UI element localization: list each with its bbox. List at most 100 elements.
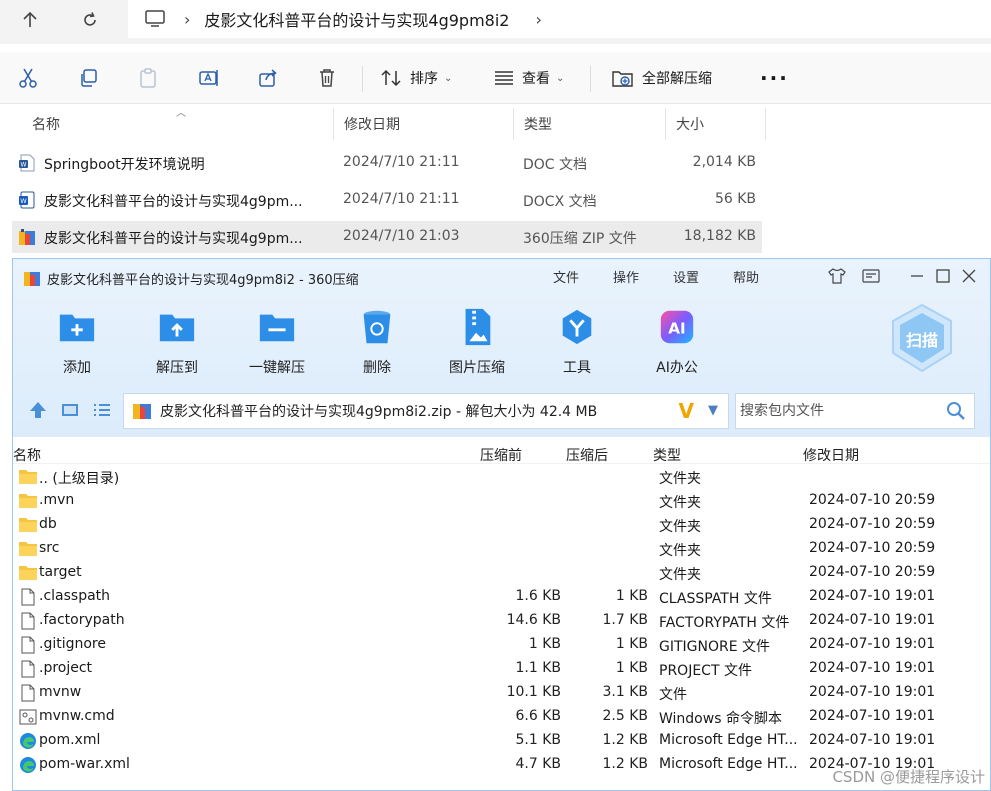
explorer-command-bar: 排序 ⌄ 查看 ⌄ 全部解压缩 ··· — [0, 52, 991, 104]
delete-button[interactable] — [318, 64, 336, 92]
ai-office-icon: AI — [660, 310, 694, 344]
edge-icon — [20, 733, 36, 749]
copy-button[interactable] — [78, 64, 98, 92]
rename-icon — [199, 70, 218, 86]
scissors-icon — [19, 68, 37, 88]
menu-operation[interactable]: 操作 — [613, 267, 639, 286]
minimize-icon[interactable] — [905, 265, 929, 287]
menu-settings[interactable]: 设置 — [673, 267, 699, 286]
column-header-size[interactable]: 大小 — [666, 108, 766, 140]
menu-help[interactable]: 帮助 — [733, 267, 759, 286]
search-icon[interactable] — [946, 401, 966, 421]
file-icon — [21, 636, 35, 654]
breadcrumb-path[interactable]: 皮影文化科普平台的设计与实现4g9pm8i2 — [204, 7, 509, 31]
view-button[interactable]: 查看 ⌄ — [494, 64, 564, 92]
cut-button[interactable] — [18, 64, 38, 92]
zip-header: 皮影文化科普平台的设计与实现4g9pm8i2 - 360压缩 文件 操作 设置 … — [13, 259, 990, 437]
zip-row[interactable]: src 文件夹 2024-07-10 20:59 — [13, 537, 990, 561]
add-folder-icon — [59, 314, 95, 342]
feedback-icon[interactable] — [859, 265, 883, 287]
column-header-name[interactable]: 名称 — [22, 108, 334, 140]
file-icon — [21, 684, 35, 702]
image-compress-icon — [465, 308, 491, 346]
zip-column-compressed[interactable]: 压缩后 — [566, 445, 608, 465]
file-row-selected[interactable]: 皮影文化科普平台的设计与实现4g9pm... 2024/7/10 21:03 3… — [12, 221, 762, 253]
zip-column-type[interactable]: 类型 — [653, 445, 681, 465]
tool-ai-office-button[interactable]: AI AI办公 — [637, 307, 717, 377]
zip-row[interactable]: db 文件夹 2024-07-10 20:59 — [13, 513, 990, 537]
svg-text:W: W — [21, 162, 27, 169]
zip-row[interactable]: target 文件夹 2024-07-10 20:59 — [13, 561, 990, 585]
zip-column-modified[interactable]: 修改日期 — [803, 445, 859, 465]
skin-shirt-icon[interactable] — [825, 265, 849, 287]
extract-all-button[interactable]: 全部解压缩 — [612, 64, 712, 92]
extract-to-icon — [159, 314, 195, 342]
share-button[interactable] — [258, 64, 278, 92]
zip-row[interactable]: .classpath 1.6 KB 1 KB CLASSPATH 文件 2024… — [13, 585, 990, 609]
clipboard-icon — [140, 68, 156, 88]
zip-column-name[interactable]: 名称 — [13, 445, 41, 465]
zip-row[interactable]: mvnw 10.1 KB 3.1 KB 文件 2024-07-10 19:01 — [13, 681, 990, 705]
file-icon — [21, 660, 35, 678]
archive-path-box[interactable]: 皮影文化科普平台的设计与实现4g9pm8i2.zip - 解包大小为 42.4 … — [123, 393, 729, 429]
zip-row[interactable]: mvnw.cmd 6.6 KB 2.5 KB Windows 命令脚本 2024… — [13, 705, 990, 729]
share-icon — [259, 69, 277, 87]
zip-row[interactable]: .. (上级目录) 文件夹 — [13, 465, 990, 489]
zip-row[interactable]: .gitignore 1 KB 1 KB GITIGNORE 文件 2024-0… — [13, 633, 990, 657]
archive-search-input[interactable] — [736, 394, 936, 428]
scan-label: 扫描 — [905, 331, 938, 350]
archive-search-box[interactable] — [735, 393, 975, 429]
zip-row[interactable]: .mvn 文件夹 2024-07-10 20:59 — [13, 489, 990, 513]
archive-path-text: 皮影文化科普平台的设计与实现4g9pm8i2.zip - 解包大小为 42.4 … — [160, 404, 598, 420]
menu-file[interactable]: 文件 — [553, 267, 579, 286]
zip-archive-icon — [133, 404, 151, 419]
sort-button[interactable]: 排序 ⌄ — [380, 64, 452, 92]
zip-window-title: 皮影文化科普平台的设计与实现4g9pm8i2 - 360压缩 — [47, 273, 359, 288]
refresh-icon[interactable] — [74, 6, 106, 34]
file-icon — [21, 588, 35, 606]
column-header-type[interactable]: 类型 — [514, 108, 666, 140]
close-icon[interactable] — [957, 265, 981, 287]
zip-row[interactable]: pom.xml 5.1 KB 1.2 KB Microsoft Edge HT.… — [13, 729, 990, 753]
paste-button[interactable] — [138, 64, 158, 92]
copy-icon — [81, 69, 97, 87]
zip-app-icon — [24, 272, 40, 286]
explorer-address-bar: › 皮影文化科普平台的设计与实现4g9pm8i2 › — [0, 0, 991, 44]
command-separator — [590, 66, 591, 92]
tool-tools-button[interactable]: 工具 — [537, 307, 617, 377]
up-arrow-icon[interactable] — [14, 6, 46, 34]
chevron-down-icon: ⌄ — [556, 72, 565, 84]
zip-row[interactable]: .factorypath 14.6 KB 1.7 KB FACTORYPATH … — [13, 609, 990, 633]
header-divider — [13, 463, 990, 464]
tool-delete-button[interactable]: 删除 — [337, 307, 417, 377]
word-docx-icon: W — [19, 191, 35, 209]
thumbnail-view-icon[interactable] — [59, 399, 81, 421]
tool-one-click-extract-button[interactable]: 一键解压 — [237, 307, 317, 377]
folder-icon — [19, 494, 37, 508]
tools-icon — [562, 309, 592, 345]
chevron-right-icon[interactable]: › — [535, 10, 541, 29]
folder-icon — [19, 542, 37, 556]
folder-icon — [19, 470, 37, 484]
rename-button[interactable] — [198, 64, 220, 92]
up-level-icon[interactable] — [27, 399, 49, 421]
address-box[interactable]: › 皮影文化科普平台的设计与实现4g9pm8i2 › — [128, 0, 991, 38]
zip-row[interactable]: .project 1.1 KB 1 KB PROJECT 文件 2024-07-… — [13, 657, 990, 681]
maximize-icon[interactable] — [931, 265, 955, 287]
list-view-icon[interactable] — [91, 399, 113, 421]
scan-button[interactable]: 扫描 — [889, 303, 955, 373]
zip-column-packed[interactable]: 压缩前 — [480, 445, 522, 465]
command-separator — [362, 66, 363, 92]
more-options-icon[interactable]: ··· — [760, 64, 789, 92]
ai-logo-text: AI — [668, 320, 685, 338]
recycle-bin-icon — [363, 310, 391, 344]
tool-add-button[interactable]: 添加 — [37, 307, 117, 377]
tool-extract-to-button[interactable]: 解压到 — [137, 307, 217, 377]
tool-image-compress-button[interactable]: 图片压缩 — [437, 307, 517, 377]
file-row[interactable]: W 皮影文化科普平台的设计与实现4g9pm... 2024/7/10 21:11… — [12, 184, 762, 216]
file-row[interactable]: W Springboot开发环境说明 2024/7/10 21:11 DOC 文… — [12, 147, 762, 179]
edge-icon — [20, 757, 36, 773]
word-doc-icon: W — [19, 154, 35, 172]
dropdown-arrow-icon[interactable]: ▼ — [708, 403, 718, 418]
column-header-modified[interactable]: 修改日期 — [334, 108, 514, 140]
